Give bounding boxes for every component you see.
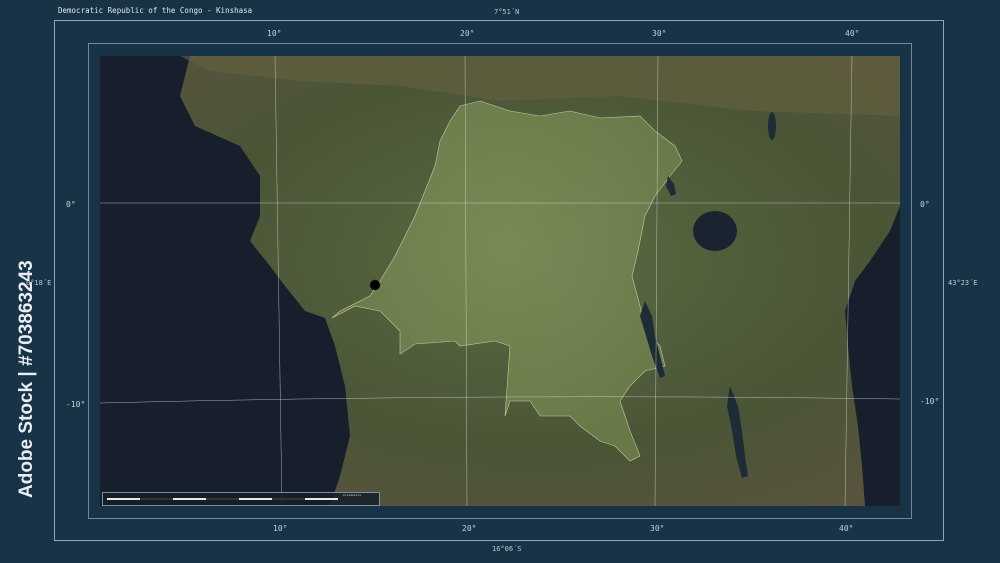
lon-label-top-20: 20° xyxy=(460,29,475,38)
scale-unit-label: kilometers xyxy=(343,493,362,497)
north-bound-label: 7°51´N xyxy=(494,8,520,16)
lake-turkana xyxy=(768,112,776,140)
scale-bar: kilometers xyxy=(102,492,380,506)
lon-label-bottom-20: 20° xyxy=(462,524,477,533)
watermark-text: Adobe Stock | #703863243 xyxy=(16,260,37,498)
east-bound-label: 43°23´E xyxy=(948,279,978,287)
map-canvas xyxy=(100,56,900,506)
lon-label-top-30: 30° xyxy=(652,29,667,38)
map-title: Democratic Republic of the Congo - Kinsh… xyxy=(58,6,253,15)
kinshasa-marker[interactable] xyxy=(369,279,381,291)
lon-label-top-40: 40° xyxy=(845,29,860,38)
lat-label-right-minus10: -10° xyxy=(920,397,940,406)
satellite-map[interactable] xyxy=(100,56,900,506)
south-bound-label: 16°06´S xyxy=(492,545,522,553)
lon-label-bottom-10: 10° xyxy=(273,524,288,533)
lon-label-bottom-30: 30° xyxy=(650,524,665,533)
lat-label-left-0: 0° xyxy=(66,200,76,209)
lat-label-right-0: 0° xyxy=(920,200,930,209)
lake-victoria xyxy=(693,211,737,251)
lon-label-top-10: 10° xyxy=(267,29,282,38)
lat-label-left-minus10: -10° xyxy=(66,400,86,409)
lon-label-bottom-40: 40° xyxy=(839,524,854,533)
